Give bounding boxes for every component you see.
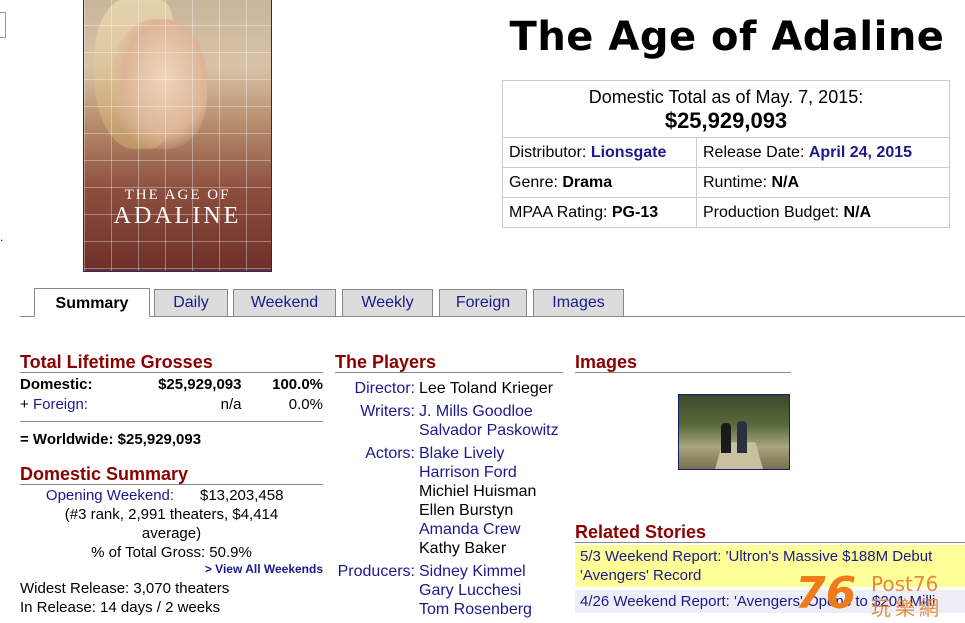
- poster-title-line2: ADALINE: [113, 203, 242, 229]
- release-date-label: Release Date:: [703, 143, 805, 161]
- distributor-cell: Distributor: Lionsgate: [502, 137, 697, 168]
- worldwide-row: = Worldwide: $25,929,093: [20, 421, 323, 450]
- opening-weekend-row: Opening Weekend: $13,203,458: [20, 486, 323, 505]
- domestic-total-value: $25,929,093: [664, 108, 788, 133]
- mpaa-cell: MPAA Rating: PG-13: [502, 197, 697, 228]
- domestic-gross-row: Domestic: $25,929,093 100.0%: [20, 375, 323, 395]
- runtime-label: Runtime:: [703, 173, 768, 191]
- foreign-prefix: +: [20, 396, 29, 413]
- view-all-weekends-link[interactable]: > View All Weekends: [20, 562, 323, 576]
- genre-value: Drama: [562, 173, 613, 191]
- movie-info-table: Domestic Total as of May. 7, 2015: $25,9…: [502, 80, 950, 228]
- genre-label: Genre:: [509, 173, 558, 191]
- movie-still-thumbnail[interactable]: [678, 394, 790, 470]
- actors-row: Actors: Blake Lively Harrison Ford Michi…: [335, 444, 563, 558]
- domestic-summary-heading: Domestic Summary: [20, 464, 323, 485]
- domestic-total-label: Domestic Total as of May. 7, 2015:: [588, 87, 864, 107]
- still-figure-shape: [721, 423, 731, 453]
- budget-label: Production Budget:: [703, 203, 840, 221]
- foreign-gross-row: + Foreign: n/a 0.0%: [20, 395, 323, 415]
- director-label[interactable]: Director:: [335, 379, 419, 398]
- tab-weekend[interactable]: Weekend: [233, 289, 336, 316]
- writers-row: Writers: J. Mills Goodloe Salvador Pasko…: [335, 402, 563, 440]
- players-column: The Players Director: Lee Toland Krieger…: [335, 352, 563, 619]
- left-edge-box: [0, 12, 6, 38]
- foreign-gross-pct: 0.0%: [288, 396, 323, 413]
- site-watermark: 76 Post76 玩樂網: [795, 568, 965, 621]
- director-name: Lee Toland Krieger: [419, 380, 554, 397]
- actor-name: Michiel Huisman: [419, 483, 537, 500]
- actor-name: Ellen Burstyn: [419, 502, 514, 519]
- lifetime-grosses-heading: Total Lifetime Grosses: [20, 352, 323, 373]
- watermark-number: 76: [795, 568, 857, 619]
- players-heading: The Players: [335, 352, 563, 373]
- related-stories-heading: Related Stories: [575, 522, 965, 543]
- budget-cell: Production Budget: N/A: [696, 197, 950, 228]
- genre-cell: Genre: Drama: [502, 167, 697, 198]
- tab-bar: Summary Daily Weekend Weekly Foreign Ima…: [20, 288, 965, 317]
- mpaa-label: MPAA Rating:: [509, 203, 608, 221]
- release-date-link[interactable]: April 24, 2015: [809, 144, 912, 161]
- budget-value: N/A: [843, 203, 872, 221]
- tab-images[interactable]: Images: [533, 289, 624, 316]
- foreign-link[interactable]: Foreign:: [33, 396, 88, 413]
- distributor-link[interactable]: Lionsgate: [591, 144, 667, 161]
- poster-grid-overlay: [84, 0, 271, 271]
- images-column: Images Related Stories 5/3 Weekend Repor…: [575, 352, 965, 613]
- actor-link[interactable]: Blake Lively: [419, 444, 563, 463]
- opening-weekend-link[interactable]: Opening Weekend:: [20, 486, 200, 505]
- producers-label[interactable]: Producers:: [335, 562, 419, 619]
- release-date-cell: Release Date: April 24, 2015: [696, 137, 950, 168]
- producer-link[interactable]: Gary Lucchesi: [419, 581, 563, 600]
- domestic-total-cell: Domestic Total as of May. 7, 2015: $25,9…: [502, 80, 950, 138]
- tab-summary[interactable]: Summary: [34, 288, 150, 317]
- worldwide-label: = Worldwide:: [20, 431, 114, 448]
- actor-link[interactable]: Amanda Crew: [419, 520, 563, 539]
- opening-weekend-detail: (#3 rank, 2,991 theaters, $4,414 average…: [64, 506, 279, 542]
- producers-row: Producers: Sidney Kimmel Gary Lucchesi T…: [335, 562, 563, 619]
- actor-name: Kathy Baker: [419, 540, 507, 557]
- writer-link[interactable]: J. Mills Goodloe: [419, 402, 563, 421]
- actors-label[interactable]: Actors:: [335, 444, 419, 558]
- domestic-summary-body: Opening Weekend: $13,203,458 (#3 rank, 2…: [20, 486, 323, 617]
- producer-link[interactable]: Tom Rosenberg: [419, 600, 563, 619]
- left-edge-dot: .: [0, 230, 4, 244]
- producer-link[interactable]: Sidney Kimmel: [419, 562, 563, 581]
- runtime-value: N/A: [771, 173, 800, 191]
- domestic-gross-label: Domestic:: [20, 376, 93, 393]
- in-release: In Release: 14 days / 2 weeks: [20, 599, 221, 616]
- page-title: The Age of Adaline: [509, 14, 945, 60]
- foreign-gross-value: n/a: [220, 396, 242, 413]
- still-figure-shape: [737, 421, 747, 453]
- opening-weekend-value: $13,203,458: [200, 487, 284, 504]
- grosses-column: Total Lifetime Grosses Domestic: $25,929…: [20, 352, 323, 617]
- tab-daily[interactable]: Daily: [154, 289, 228, 316]
- watermark-cn: 玩樂網: [871, 596, 943, 620]
- worldwide-value: $25,929,093: [117, 431, 202, 448]
- widest-release: Widest Release: 3,070 theaters: [20, 580, 230, 597]
- writers-label[interactable]: Writers:: [335, 402, 419, 440]
- poster-title-line1: THE AGE OF: [124, 187, 231, 203]
- actor-link[interactable]: Harrison Ford: [419, 463, 563, 482]
- writer-link[interactable]: Salvador Paskowitz: [419, 421, 563, 440]
- images-heading: Images: [575, 352, 791, 373]
- runtime-cell: Runtime: N/A: [696, 167, 950, 198]
- movie-poster[interactable]: THE AGE OF ADALINE: [83, 0, 272, 272]
- domestic-gross-value: $25,929,093: [158, 376, 242, 393]
- tab-foreign[interactable]: Foreign: [439, 289, 527, 316]
- mpaa-value: PG-13: [611, 203, 659, 221]
- distributor-label: Distributor:: [509, 143, 587, 161]
- director-row: Director: Lee Toland Krieger: [335, 379, 563, 398]
- pct-total-gross: % of Total Gross: 50.9%: [91, 544, 252, 561]
- tab-weekly[interactable]: Weekly: [342, 289, 433, 316]
- domestic-gross-pct: 100.0%: [272, 376, 323, 393]
